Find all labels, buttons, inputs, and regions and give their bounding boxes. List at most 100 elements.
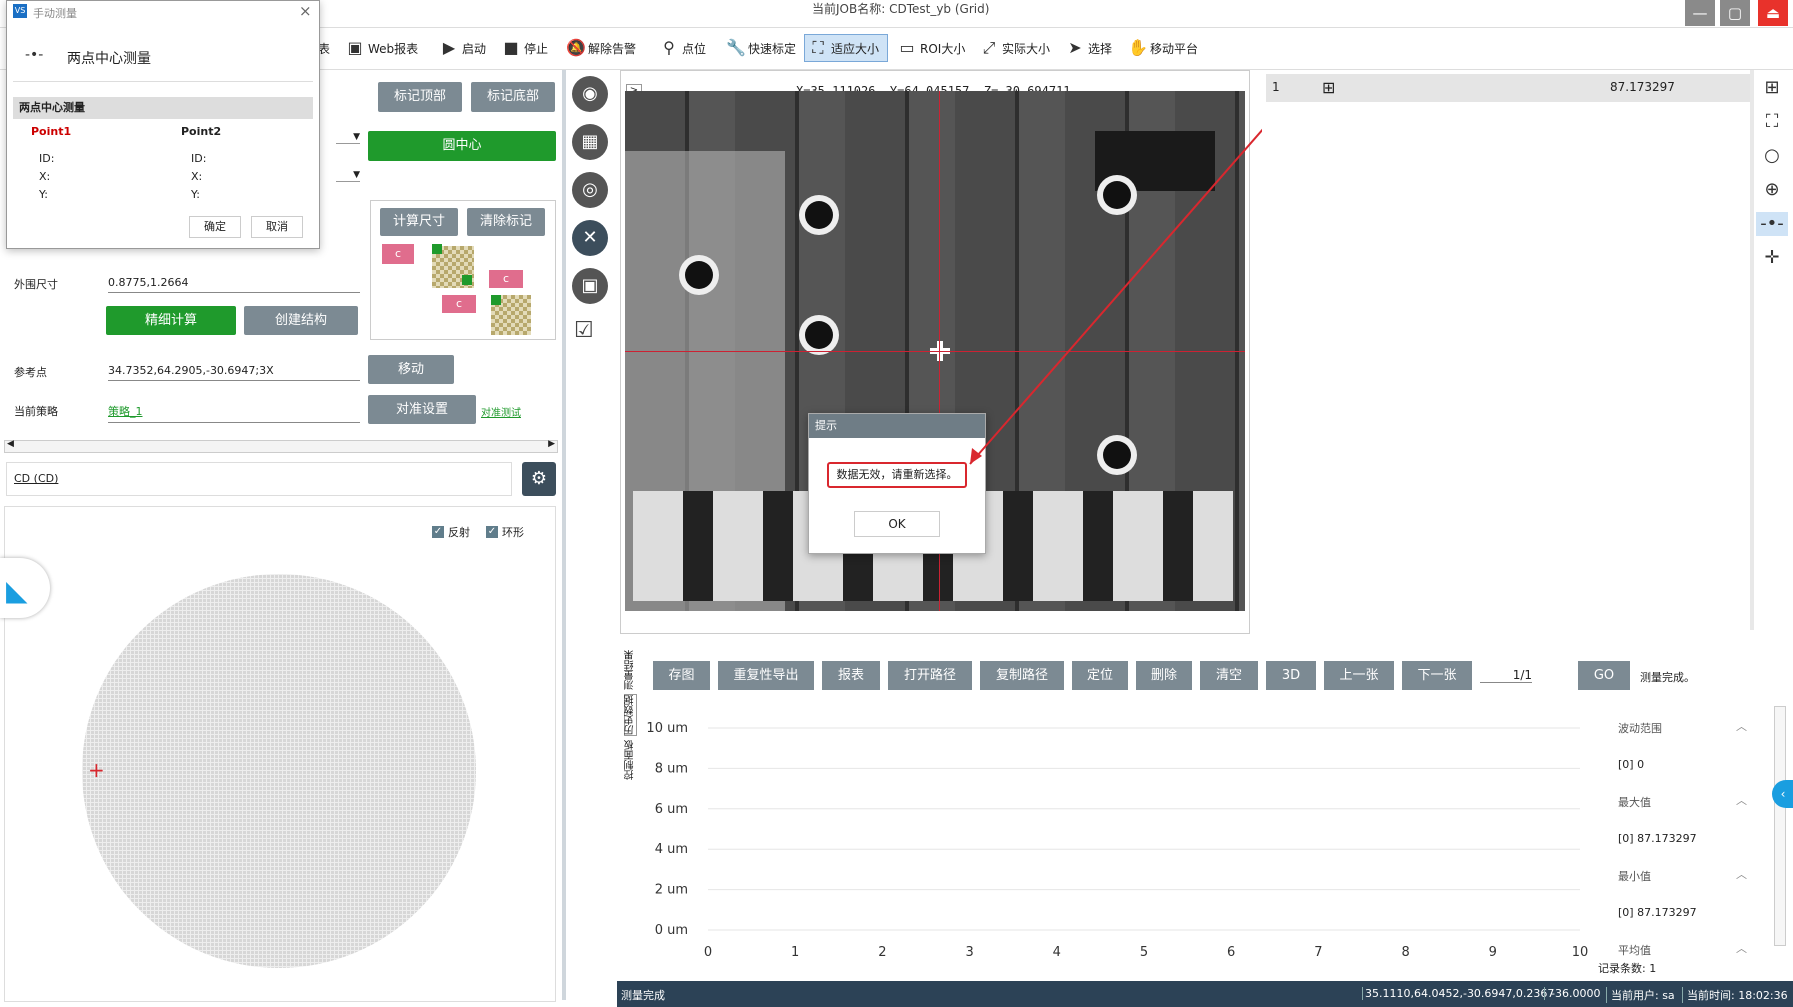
cd-tab[interactable]: CD (CD) bbox=[14, 472, 58, 485]
via-3 bbox=[805, 321, 833, 349]
expand-icon: ⤢ bbox=[982, 38, 996, 57]
alert-ok-button[interactable]: OK bbox=[854, 511, 940, 537]
measure-grid-icon[interactable]: ⊞ bbox=[1760, 76, 1784, 100]
point1-label: Point1 bbox=[31, 125, 72, 138]
toolbar-stop[interactable]: ■ 停止 bbox=[498, 34, 552, 62]
x-tick-label: 7 bbox=[1314, 945, 1322, 960]
settings-refresh-icon[interactable]: ⚙ bbox=[522, 462, 556, 496]
toolbar-point[interactable]: ⚲ 点位 bbox=[656, 34, 710, 62]
maximize-button[interactable]: ▢ bbox=[1720, 0, 1750, 26]
dialog-cancel-button[interactable]: 取消 bbox=[251, 216, 303, 238]
tab-history[interactable]: 历史数据 bbox=[623, 694, 637, 736]
strategy-label: 当前策略 bbox=[14, 405, 58, 418]
toolbar-quick-calibrate[interactable]: 🔧 快速标定 bbox=[722, 34, 800, 62]
crosshair-tool-icon[interactable]: ✛ bbox=[1760, 246, 1784, 270]
divider bbox=[13, 81, 313, 82]
strategy-field[interactable]: 策略_1 bbox=[108, 403, 360, 423]
toolbar-web-report[interactable]: ▣ Web报表 bbox=[342, 34, 422, 62]
mark-bottom-button[interactable]: 标记底部 bbox=[471, 82, 555, 112]
save-image-button[interactable]: 存图 bbox=[653, 661, 710, 690]
image-icon[interactable]: ▣ bbox=[572, 268, 608, 304]
calc-size-button[interactable]: 计算尺寸 bbox=[380, 208, 458, 236]
dropdown-1[interactable]: ▼ bbox=[336, 130, 360, 144]
tools-icon[interactable]: ✕ bbox=[572, 220, 608, 256]
toolbar-roi-size[interactable]: ▭ ROI大小 bbox=[894, 34, 969, 62]
via-2 bbox=[685, 261, 713, 289]
go-button[interactable]: GO bbox=[1578, 661, 1630, 690]
tab-results[interactable]: 测量结果 bbox=[625, 650, 636, 690]
dropdown-2[interactable]: ▼ bbox=[336, 168, 360, 182]
report-button[interactable]: 报表 bbox=[822, 661, 880, 690]
collapse-panel-icon[interactable]: ‹ bbox=[1772, 780, 1793, 808]
x-tick-label: 4 bbox=[1053, 945, 1061, 960]
toolbar-move-platform[interactable]: ✋ 移动平台 bbox=[1124, 34, 1202, 62]
camera-icon[interactable]: ◉ bbox=[572, 76, 608, 112]
list-scrollbar[interactable] bbox=[1750, 70, 1754, 630]
annotation-arrow bbox=[969, 95, 1293, 465]
copy-path-button[interactable]: 复制路径 bbox=[980, 661, 1064, 690]
section-header: 两点中心测量 bbox=[13, 97, 313, 119]
grid-globe-icon[interactable]: ▦ bbox=[572, 124, 608, 160]
minimize-button[interactable]: — bbox=[1685, 0, 1715, 26]
chevron-up-icon[interactable]: ︿ bbox=[1736, 940, 1747, 956]
y-tick-label: 10 um bbox=[646, 721, 688, 736]
horizontal-scrollbar[interactable]: ◀ ▶ bbox=[4, 439, 558, 453]
result-list bbox=[1262, 70, 1757, 630]
pin-icon: ⚲ bbox=[663, 38, 675, 57]
toolbar-select[interactable]: ➤ 选择 bbox=[1062, 34, 1116, 62]
clear-mark-button[interactable]: 清除标记 bbox=[467, 208, 545, 236]
align-test-link[interactable]: 对准测试 bbox=[481, 404, 521, 419]
measurement-chart: 0 um 2 um 4 um 6 um 8 um 10 um 0 1 2 3 4 5 6 7 8 9 10 bbox=[646, 721, 1589, 960]
add-point-icon[interactable]: ⊕ bbox=[1760, 178, 1784, 202]
stop-icon: ■ bbox=[503, 38, 519, 57]
circle-icon[interactable]: ○ bbox=[1760, 144, 1784, 168]
toolbar-actual-size[interactable]: ⤢ 实际大小 bbox=[976, 34, 1054, 62]
wafer-map[interactable] bbox=[82, 574, 476, 968]
toolbar-start[interactable]: ▶ 启动 bbox=[436, 34, 490, 62]
x-tick-label: 5 bbox=[1140, 945, 1148, 960]
toolbar-fit-size[interactable]: ⛶ 适应大小 bbox=[804, 34, 888, 62]
chevron-up-icon[interactable]: ︿ bbox=[1736, 792, 1747, 808]
prev-button[interactable]: 上一张 bbox=[1324, 661, 1394, 690]
clear-button[interactable]: 清空 bbox=[1200, 661, 1258, 690]
ref-point-field[interactable]: 34.7352,64.2905,-30.6947;3X bbox=[108, 364, 360, 381]
fine-calc-button[interactable]: 精细计算 bbox=[106, 306, 236, 335]
reflect-checkbox[interactable]: ✓ 反射 bbox=[432, 524, 470, 540]
ring-checkbox[interactable]: ✓ 环形 bbox=[486, 524, 524, 540]
circle-center-button[interactable]: 圆中心 bbox=[368, 131, 556, 161]
frame-icon[interactable]: ⛶ bbox=[1760, 110, 1784, 134]
status-angle: -36.0000 bbox=[1544, 987, 1600, 1000]
repeat-export-button[interactable]: 重复性导出 bbox=[718, 661, 814, 690]
crosshair-marker-icon: + bbox=[88, 758, 105, 782]
chevron-down-icon: ▼ bbox=[353, 132, 360, 142]
chevron-up-icon[interactable]: ︿ bbox=[1736, 866, 1747, 882]
toolbar-clear-alarm[interactable]: 🔕 解除告警 bbox=[562, 34, 640, 62]
open-path-button[interactable]: 打开路径 bbox=[888, 661, 972, 690]
globe-settings-icon[interactable]: ◎ bbox=[572, 172, 608, 208]
exit-button[interactable]: ⏏ bbox=[1758, 0, 1788, 26]
checklist-icon[interactable]: ☑ bbox=[574, 318, 594, 343]
two-point-measure-icon[interactable]: -•- bbox=[1756, 212, 1788, 236]
delete-button[interactable]: 删除 bbox=[1136, 661, 1192, 690]
create-struct-button[interactable]: 创建结构 bbox=[244, 306, 358, 335]
min-label: 最小值 bbox=[1618, 870, 1651, 883]
stats-scrollbar[interactable] bbox=[1774, 706, 1786, 946]
chevron-up-icon[interactable]: ︿ bbox=[1736, 718, 1747, 734]
move-button[interactable]: 移动 bbox=[368, 355, 454, 384]
next-button[interactable]: 下一张 bbox=[1402, 661, 1472, 690]
job-title: 当前JOB名称: CDTest_yb (Grid) bbox=[812, 2, 990, 16]
result-value: 87.173297 bbox=[1610, 80, 1675, 94]
p1-id-label: ID: bbox=[39, 152, 55, 165]
y-tick-label: 2 um bbox=[655, 883, 688, 898]
x-tick-label: 10 bbox=[1572, 945, 1589, 960]
result-row[interactable] bbox=[1266, 74, 1752, 102]
y-tick-label: 4 um bbox=[655, 842, 688, 857]
mark-top-button[interactable]: 标记顶部 bbox=[378, 82, 462, 112]
tab-control-panel[interactable]: 控制面板 bbox=[625, 740, 636, 780]
3d-button[interactable]: 3D bbox=[1266, 661, 1316, 690]
dialog-close-button[interactable]: × bbox=[299, 2, 312, 20]
align-settings-button[interactable]: 对准设置 bbox=[368, 395, 476, 424]
outer-size-field[interactable]: 0.8775,1.2664 bbox=[108, 276, 360, 293]
dialog-ok-button[interactable]: 确定 bbox=[189, 216, 241, 238]
locate-button[interactable]: 定位 bbox=[1072, 661, 1128, 690]
